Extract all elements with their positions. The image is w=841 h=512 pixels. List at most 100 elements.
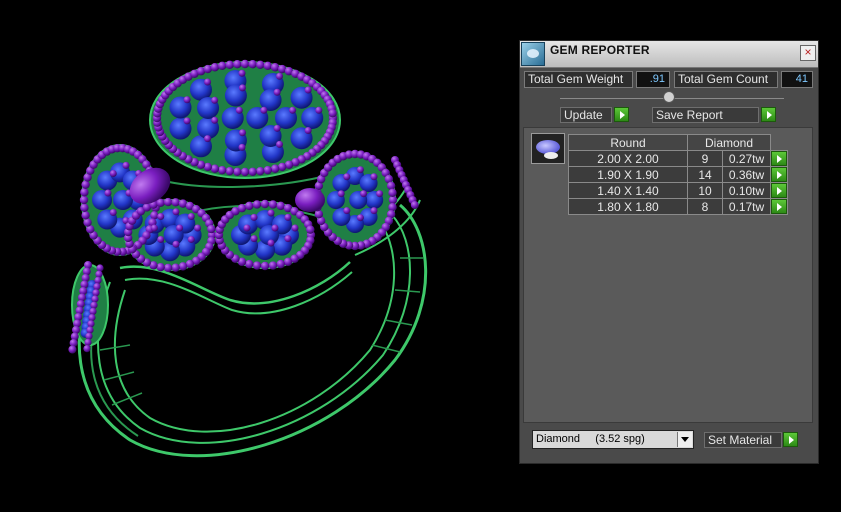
set-material-button[interactable]: Set Material xyxy=(704,432,782,448)
table-row: 1.80 X 1.80 8 0.17tw xyxy=(568,198,788,215)
gem-size: 1.80 X 1.80 xyxy=(568,198,688,215)
bead xyxy=(171,198,180,207)
bead xyxy=(271,224,279,232)
bead xyxy=(81,180,90,189)
bead xyxy=(276,140,284,148)
bead xyxy=(203,64,213,74)
bead xyxy=(178,262,188,271)
bead xyxy=(252,261,262,270)
bead xyxy=(250,213,258,221)
bead xyxy=(163,197,173,207)
bead xyxy=(86,326,94,334)
bead xyxy=(187,213,195,221)
bead xyxy=(233,167,242,176)
set-material-play-arrow-icon[interactable] xyxy=(783,432,798,447)
bead xyxy=(172,208,180,216)
material-dropdown-value: Diamond (3.52 spg) xyxy=(536,433,645,445)
bead xyxy=(304,127,312,135)
bead xyxy=(235,106,243,114)
update-play-arrow-icon[interactable] xyxy=(614,107,629,122)
bead xyxy=(283,257,293,267)
bead xyxy=(225,166,234,176)
gem-weight: 0.17tw xyxy=(722,198,771,215)
bead xyxy=(238,84,246,92)
dropdown-arrow-icon[interactable] xyxy=(677,432,692,447)
close-icon[interactable]: × xyxy=(800,45,816,61)
bead xyxy=(81,211,90,220)
bead xyxy=(187,235,195,243)
update-button[interactable]: Update xyxy=(560,107,612,123)
bead xyxy=(276,201,285,211)
bead xyxy=(156,262,165,272)
gem-count: 10 xyxy=(687,182,723,199)
column-header-shape: Round xyxy=(568,134,688,151)
bead xyxy=(273,124,281,132)
bead xyxy=(88,314,96,322)
bead xyxy=(183,96,191,104)
bead xyxy=(96,264,104,272)
bead xyxy=(277,162,287,172)
bead xyxy=(356,214,364,222)
gem-weight: 0.10tw xyxy=(722,182,771,199)
gem-size: 2.00 X 2.00 xyxy=(568,150,688,167)
row-play-arrow-icon[interactable] xyxy=(771,199,787,214)
bead xyxy=(233,60,242,69)
bead xyxy=(267,239,275,247)
row-play-arrow-icon[interactable] xyxy=(771,167,787,182)
bead xyxy=(276,259,285,269)
total-gem-weight-label: Total Gem Weight xyxy=(524,71,633,88)
gem-report-area: Round Diamond 2.00 X 2.00 9 0.27tw 1.90 X 1… xyxy=(523,127,813,423)
bead xyxy=(250,235,258,243)
bead xyxy=(314,210,324,219)
bead xyxy=(109,209,117,217)
bead xyxy=(260,106,268,114)
table-row: 1.90 X 1.90 14 0.36tw xyxy=(568,166,788,183)
row-action-cell xyxy=(770,182,788,199)
bead xyxy=(79,195,89,205)
bead xyxy=(95,270,103,278)
round-accent-stone xyxy=(295,188,325,212)
row-action-cell xyxy=(770,198,788,215)
bead xyxy=(360,190,368,198)
gem-count: 8 xyxy=(687,198,723,215)
bead xyxy=(85,332,93,340)
panel-titlebar[interactable]: GEM REPORTER × xyxy=(520,41,818,68)
gem-count: 14 xyxy=(687,166,723,183)
bead xyxy=(256,166,265,176)
bead xyxy=(370,207,378,215)
bead xyxy=(163,263,173,273)
bead xyxy=(238,143,246,151)
bead xyxy=(210,63,220,72)
bead xyxy=(263,61,272,71)
bead xyxy=(238,69,246,77)
gem-weight: 0.27tw xyxy=(722,150,771,167)
save-report-play-arrow-icon[interactable] xyxy=(761,107,776,122)
row-play-arrow-icon[interactable] xyxy=(771,151,787,166)
bead xyxy=(315,106,323,114)
bead xyxy=(356,166,364,174)
bead xyxy=(248,167,257,176)
bead xyxy=(256,60,265,70)
column-header-material: Diamond xyxy=(687,134,771,151)
round-gem-thumbnail-icon[interactable] xyxy=(531,133,565,164)
bead xyxy=(211,116,219,124)
bead xyxy=(388,188,397,198)
row-play-arrow-icon[interactable] xyxy=(771,183,787,198)
bead xyxy=(245,201,254,211)
bead xyxy=(284,235,292,243)
bead xyxy=(370,173,378,181)
material-dropdown[interactable]: Diamond (3.52 spg) xyxy=(532,430,694,449)
bead xyxy=(122,161,130,169)
bead xyxy=(260,261,270,271)
bead xyxy=(194,224,202,232)
table-header-row: Round Diamond xyxy=(568,134,788,151)
bead xyxy=(91,295,99,303)
bead xyxy=(218,61,227,71)
bead xyxy=(172,240,180,248)
total-gem-weight-value: .91 xyxy=(636,71,670,88)
row-action-cell xyxy=(770,166,788,183)
bead xyxy=(267,209,275,217)
slider-knob[interactable] xyxy=(663,91,675,103)
save-report-button[interactable]: Save Report xyxy=(652,107,759,123)
bead xyxy=(337,190,345,198)
